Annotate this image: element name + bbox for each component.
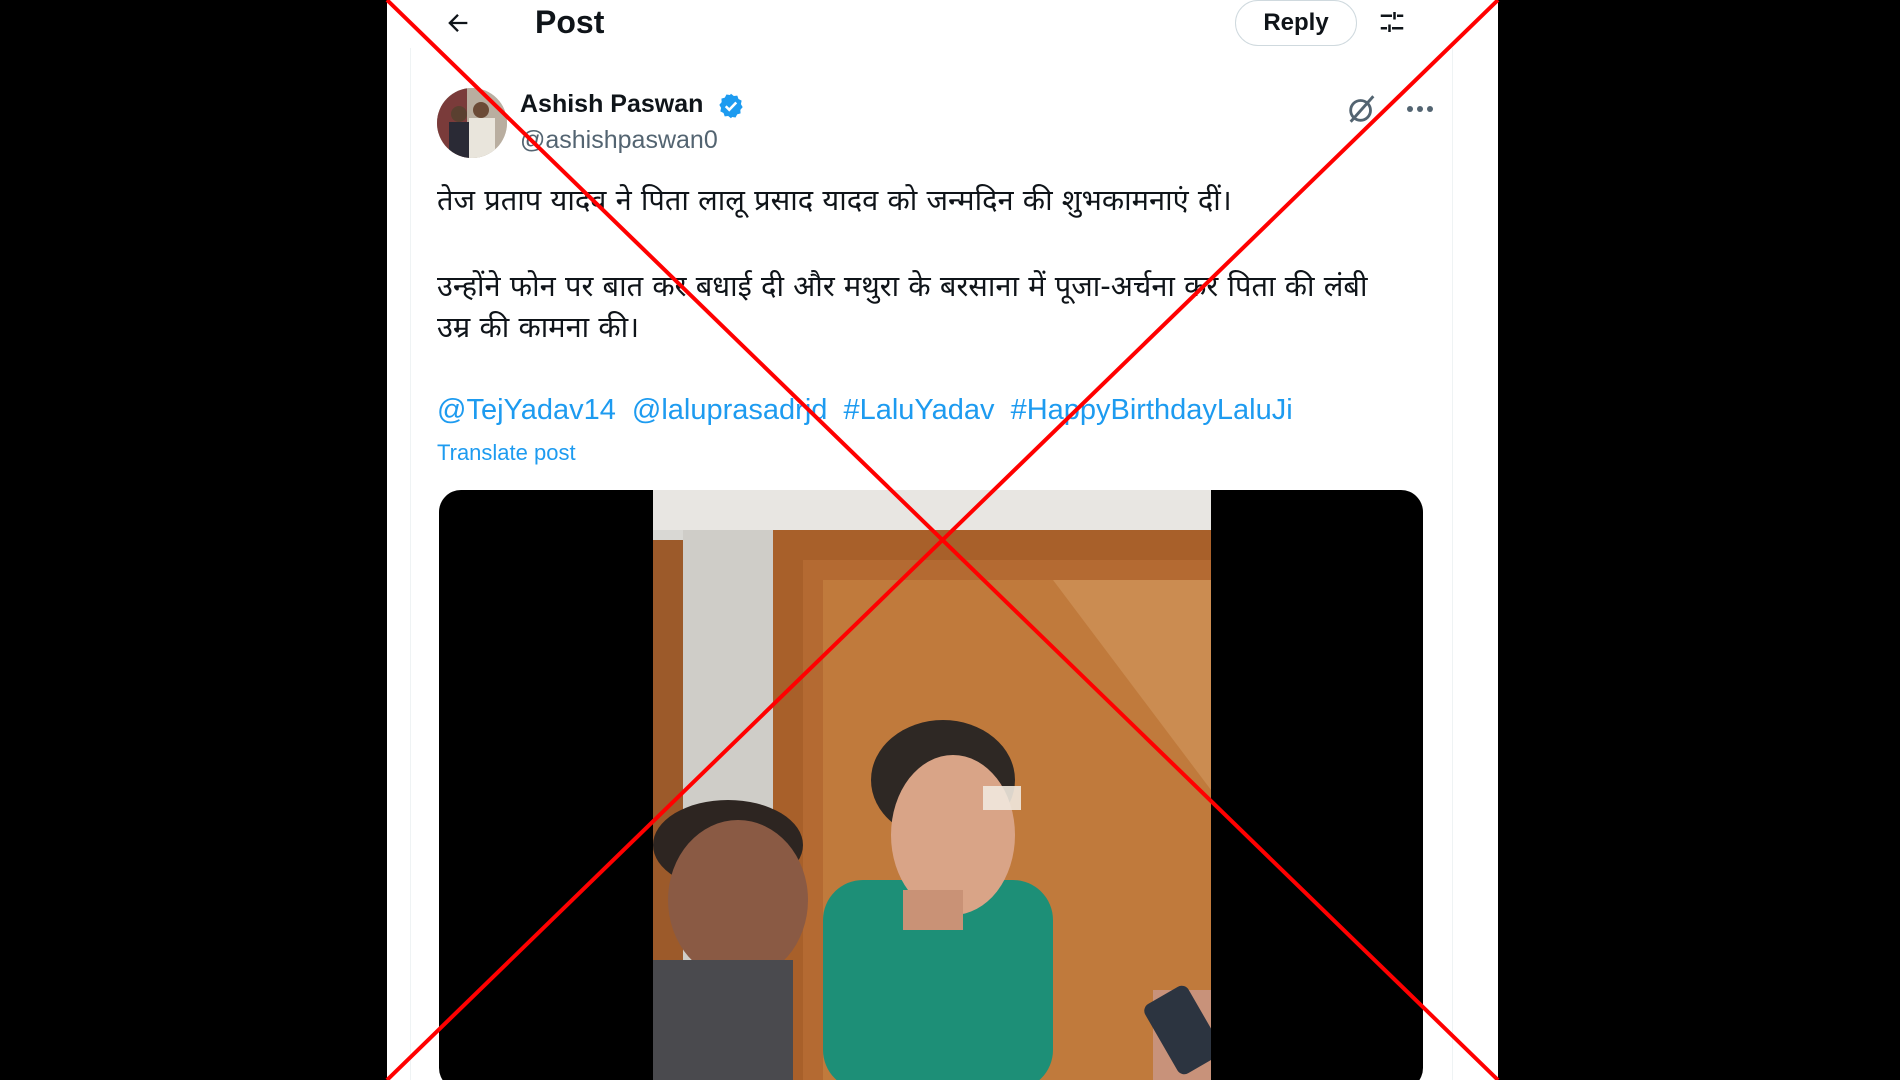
back-button[interactable] xyxy=(439,4,477,42)
grok-icon xyxy=(1349,95,1375,123)
mentions-and-hashtags: @TejYadav14 @laluprasadrjd #LaluYadav #H… xyxy=(437,394,1301,427)
post-panel: Post Reply Ashish Paswan @ashishpaswan0 xyxy=(387,0,1498,1080)
divider xyxy=(1452,48,1453,1080)
hashtag-link[interactable]: #LaluYadav xyxy=(843,394,994,426)
page-title: Post xyxy=(535,4,605,40)
more-dots-icon xyxy=(1407,106,1433,112)
author-name[interactable]: Ashish Paswan xyxy=(520,90,703,119)
top-bar: Post Reply xyxy=(387,0,1498,48)
mention-link[interactable]: @TejYadav14 xyxy=(437,394,616,426)
video-frame xyxy=(653,490,1211,1080)
arrow-left-icon xyxy=(448,14,468,32)
hashtag-link[interactable]: #HappyBirthdayLaluJi xyxy=(1011,394,1293,426)
author-handle[interactable]: @ashishpaswan0 xyxy=(520,126,718,155)
video-player[interactable] xyxy=(439,490,1423,1080)
divider xyxy=(410,48,411,1080)
avatar[interactable] xyxy=(437,88,507,158)
more-options-button[interactable] xyxy=(1402,96,1438,122)
post-text-paragraph: उन्होंने फोन पर बात कर बधाई दी और मथुरा … xyxy=(437,266,1437,348)
mention-link[interactable]: @laluprasadrjd xyxy=(632,394,827,426)
post-text-line: उन्होंने फोन पर बात कर बधाई दी और मथुरा … xyxy=(437,269,1368,303)
translate-post-link[interactable]: Translate post xyxy=(437,440,576,466)
sliders-icon xyxy=(1380,12,1404,32)
verified-badge-icon xyxy=(719,93,743,119)
post-text-line: तेज प्रताप यादव ने पिता लालू प्रसाद यादव… xyxy=(437,183,1232,217)
filter-button[interactable] xyxy=(1374,4,1410,40)
post-text-line: उम्र की कामना की। xyxy=(437,310,640,344)
grok-button[interactable] xyxy=(1345,92,1379,126)
reply-button[interactable]: Reply xyxy=(1235,0,1357,46)
